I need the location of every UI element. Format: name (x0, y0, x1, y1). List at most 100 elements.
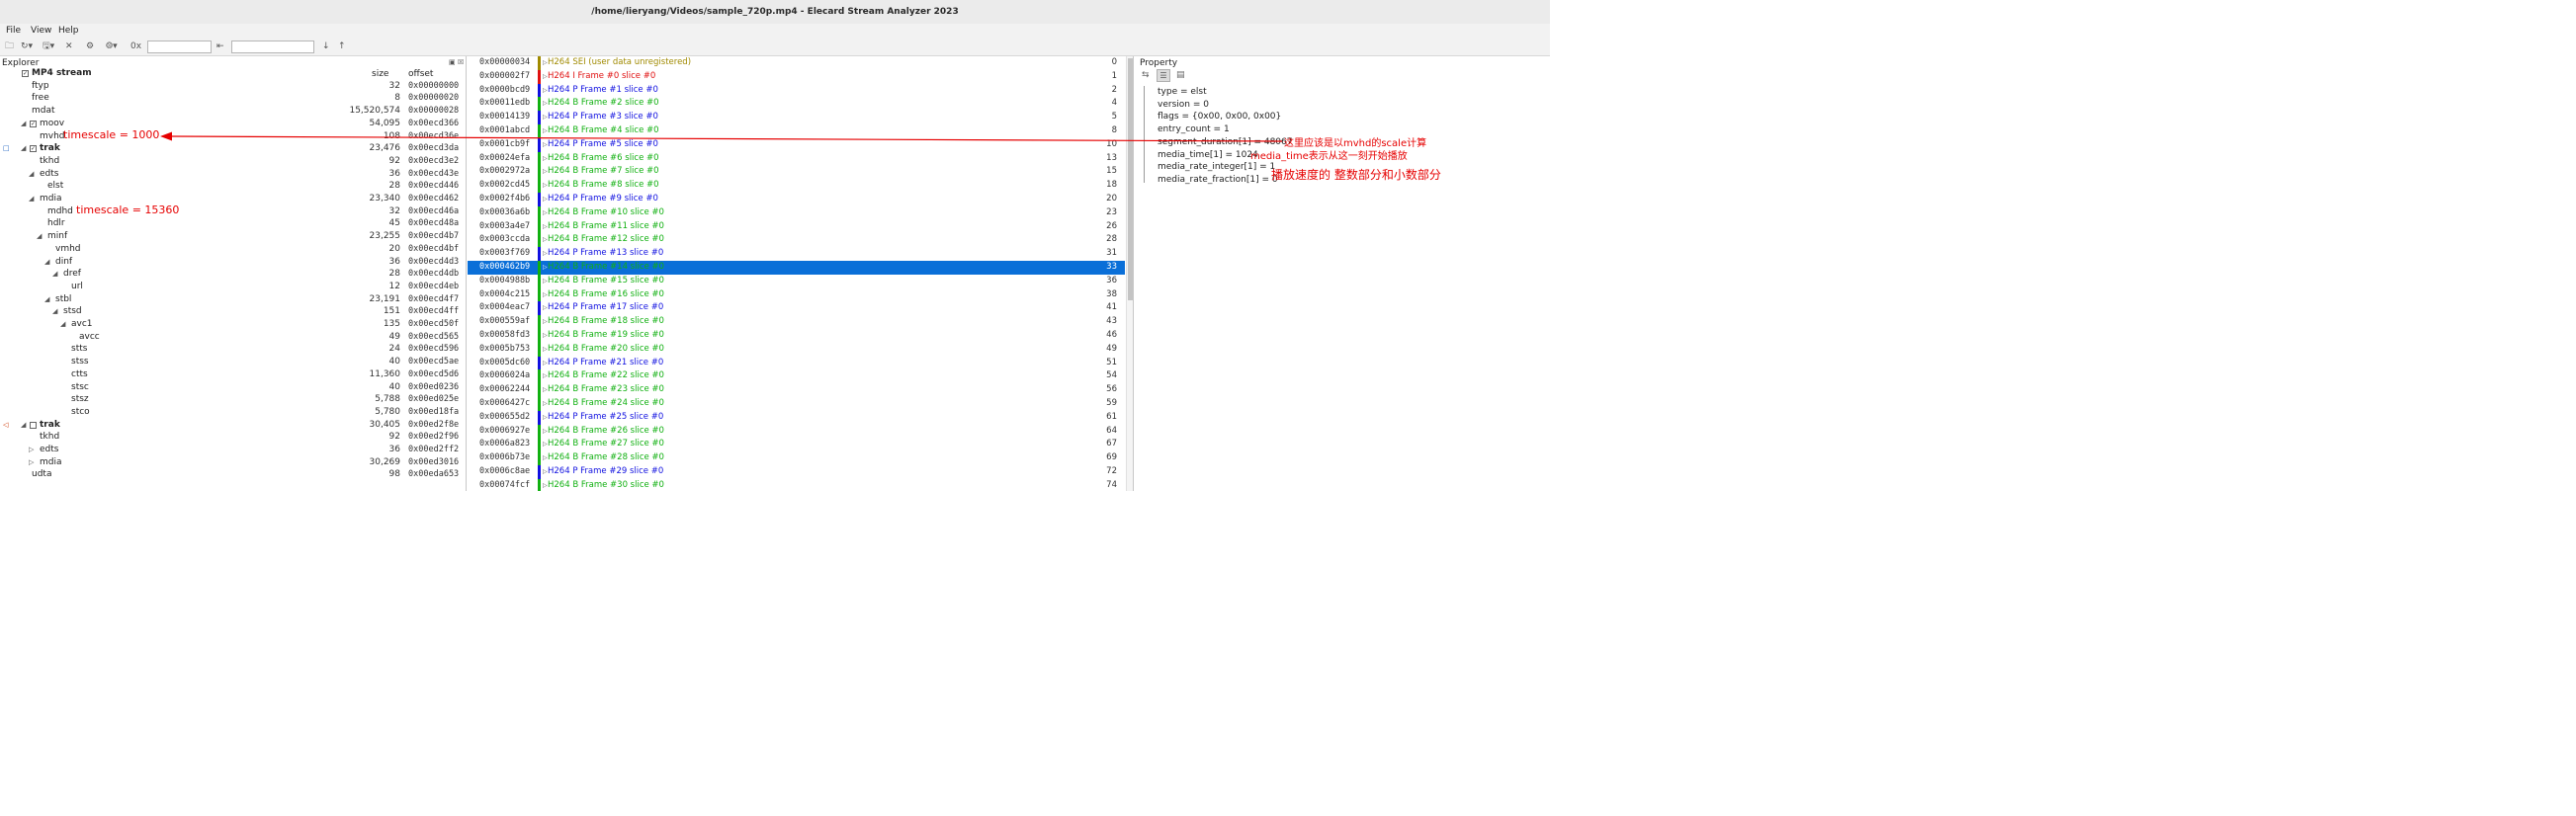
expand-right-icon[interactable]: ▷ (543, 206, 548, 220)
frame-row[interactable]: 0x000559af ▷ H264 B Frame #18 slice #0 43 (468, 315, 1125, 329)
arrow-down-icon[interactable]: ↓ (322, 41, 330, 52)
tree-view-icon[interactable]: ☰ (1157, 69, 1170, 82)
tree-row[interactable]: udta 98 0x00eda653 (0, 468, 465, 481)
tree-row[interactable]: ✓ MP4 stream (0, 67, 465, 80)
close-icon[interactable]: ✕ (65, 41, 73, 52)
frame-row[interactable]: 0x0003ccda ▷ H264 B Frame #12 slice #0 28 (468, 233, 1125, 248)
explorer-float-button[interactable]: ▣ (449, 58, 456, 66)
frame-row[interactable]: 0x0005dc60 ▷ H264 P Frame #21 slice #0 51 (468, 356, 1125, 370)
frame-row[interactable]: 0x0006427c ▷ H264 B Frame #24 slice #0 59 (468, 397, 1125, 411)
tree-row[interactable]: stsc 40 0x00ed0236 (0, 381, 465, 394)
frame-row[interactable]: 0x0002cd45 ▷ H264 B Frame #8 slice #0 18 (468, 179, 1125, 193)
frame-row[interactable]: 0x000655d2 ▷ H264 P Frame #25 slice #0 61 (468, 410, 1125, 425)
tree-row[interactable]: ◢ avc1 135 0x00ecd50f (0, 318, 465, 331)
tree-checkbox[interactable]: ✓ (30, 120, 37, 127)
expand-down-icon[interactable]: ◢ (21, 419, 26, 432)
tree-row[interactable]: free 8 0x00000020 (0, 92, 465, 105)
expand-down-icon[interactable]: ◢ (29, 193, 34, 205)
tree-row[interactable]: mdhd 32 0x00ecd46a (0, 205, 465, 218)
tree-row[interactable]: tkhd 92 0x00ecd3e2 (0, 155, 465, 168)
tree-checkbox[interactable]: ✓ (22, 70, 29, 77)
expand-down-icon[interactable]: ◢ (21, 142, 26, 155)
tree-row[interactable]: ▷ edts 36 0x00ed2ff2 (0, 444, 465, 456)
expand-right-icon[interactable]: ▷ (543, 233, 548, 247)
menu-file[interactable]: File (6, 26, 21, 36)
tree-row[interactable]: ◢ dref 28 0x00ecd4db (0, 268, 465, 281)
tree-row[interactable]: stts 24 0x00ecd596 (0, 343, 465, 356)
frame-row[interactable]: 0x00011edb ▷ H264 B Frame #2 slice #0 4 (468, 97, 1125, 112)
expand-right-icon[interactable]: ▷ (543, 451, 548, 465)
tree-row[interactable]: ▷ mdia 30,269 0x00ed3016 (0, 456, 465, 469)
goto-icon[interactable]: ⇤ (216, 41, 224, 52)
frame-row[interactable]: 0x0001cb9f ▷ H264 P Frame #5 slice #0 10 (468, 137, 1125, 152)
expand-right-icon[interactable]: ▷ (543, 301, 548, 315)
expand-right-icon[interactable]: ▷ (543, 369, 548, 383)
frame-row[interactable]: 0x00036a6b ▷ H264 B Frame #10 slice #0 23 (468, 205, 1125, 220)
expand-down-icon[interactable]: ◢ (44, 256, 49, 269)
expand-right-icon[interactable]: ▷ (543, 70, 548, 84)
refresh-icon[interactable]: ↻▾ (21, 41, 33, 52)
tree-row[interactable]: ◢ minf 23,255 0x00ecd4b7 (0, 230, 465, 243)
tree-row[interactable]: ctts 11,360 0x00ecd5d6 (0, 368, 465, 381)
frame-row[interactable]: 0x0002f4b6 ▷ H264 P Frame #9 slice #0 20 (468, 193, 1125, 206)
expand-right-icon[interactable]: ▷ (543, 411, 548, 425)
expand-right-icon[interactable]: ▷ (543, 275, 548, 288)
explorer-close-button[interactable]: ☒ (458, 58, 464, 66)
expand-right-icon[interactable]: ▷ (543, 97, 548, 111)
frame-row[interactable]: 0x0002972a ▷ H264 B Frame #7 slice #0 15 (468, 165, 1125, 180)
filter-icon[interactable]: ⨷▾ (106, 41, 118, 52)
expand-right-icon[interactable]: ▷ (543, 383, 548, 397)
expand-right-icon[interactable]: ▷ (543, 329, 548, 343)
tree-row[interactable]: ◢ dinf 36 0x00ecd4d3 (0, 256, 465, 269)
expand-right-icon[interactable]: ▷ (543, 56, 548, 70)
expand-right-icon[interactable]: ▷ (543, 261, 548, 275)
swap-icon[interactable]: ⇆ (1142, 70, 1156, 82)
expand-right-icon[interactable]: ▷ (543, 288, 548, 302)
menu-view[interactable]: View (31, 26, 51, 36)
expand-right-icon[interactable]: ▷ (543, 138, 548, 152)
frame-row[interactable]: 0x000462b9 ▷ H264 B Frame #14 slice #0 33 (468, 261, 1125, 275)
expand-down-icon[interactable]: ◢ (44, 293, 49, 306)
frame-row[interactable]: 0x0001abcd ▷ H264 B Frame #4 slice #0 8 (468, 124, 1125, 138)
frame-row[interactable]: 0x00074fcf ▷ H264 B Frame #30 slice #0 74 (468, 478, 1125, 491)
expand-down-icon[interactable]: ◢ (52, 305, 57, 318)
tree-row[interactable]: ◢ stbl 23,191 0x00ecd4f7 (0, 293, 465, 306)
search-input[interactable] (147, 41, 212, 53)
expand-right-icon[interactable]: ▷ (543, 479, 548, 491)
expand-right-icon[interactable]: ▷ (543, 220, 548, 234)
settings-icon[interactable]: ⚙ (86, 41, 94, 52)
frame-row[interactable]: 0x00058fd3 ▷ H264 B Frame #19 slice #0 46 (468, 329, 1125, 343)
expand-down-icon[interactable]: ◢ (60, 318, 65, 331)
frame-row[interactable]: 0x0004eac7 ▷ H264 P Frame #17 slice #0 41 (468, 301, 1125, 316)
menu-help[interactable]: Help (58, 26, 79, 36)
frame-row[interactable]: 0x00024efa ▷ H264 B Frame #6 slice #0 13 (468, 151, 1125, 166)
expand-right-icon[interactable]: ▷ (543, 343, 548, 357)
expand-down-icon[interactable]: ◢ (29, 168, 34, 181)
expand-right-icon[interactable]: ▷ (543, 425, 548, 439)
tree-row[interactable]: url 12 0x00ecd4eb (0, 281, 465, 293)
frame-row[interactable]: 0x0004c215 ▷ H264 B Frame #16 slice #0 38 (468, 287, 1125, 302)
frame-row[interactable]: 0x0000bcd9 ▷ H264 P Frame #1 slice #0 2 (468, 83, 1125, 98)
expand-right-icon[interactable]: ▷ (543, 152, 548, 166)
expand-right-icon[interactable]: ▷ (543, 247, 548, 261)
frame-row[interactable]: 0x0006c8ae ▷ H264 P Frame #29 slice #0 72 (468, 465, 1125, 479)
expand-right-icon[interactable]: ▷ (543, 357, 548, 370)
expand-right-icon[interactable]: ▷ (543, 465, 548, 479)
expand-right-icon[interactable]: ▷ (543, 124, 548, 138)
frame-row[interactable]: 0x00000034 ▷ H264 SEI (user data unregiste… (468, 56, 1125, 70)
tree-row[interactable]: ◁ ◢ trak 30,405 0x00ed2f8e (0, 419, 465, 432)
expand-right-icon[interactable]: ▷ (543, 84, 548, 98)
frames-scrollbar[interactable] (1126, 56, 1133, 491)
frame-row[interactable]: 0x00062244 ▷ H264 B Frame #23 slice #0 56 (468, 383, 1125, 397)
tree-checkbox[interactable] (30, 421, 37, 429)
frame-row[interactable]: 0x0003a4e7 ▷ H264 B Frame #11 slice #0 26 (468, 219, 1125, 234)
expand-right-icon[interactable]: ▷ (543, 179, 548, 193)
frame-row[interactable]: 0x0006a823 ▷ H264 B Frame #27 slice #0 67 (468, 438, 1125, 452)
hex-icon[interactable]: 0x (130, 41, 141, 52)
goto-input[interactable] (231, 41, 314, 53)
tree-row[interactable]: □ ◢ ✓ trak 23,476 0x00ecd3da (0, 142, 465, 155)
frame-row[interactable]: 0x0006927e ▷ H264 B Frame #26 slice #0 64 (468, 424, 1125, 439)
expand-right-icon[interactable]: ▷ (29, 444, 34, 456)
expand-right-icon[interactable]: ▷ (543, 165, 548, 179)
frame-row[interactable]: 0x0003f769 ▷ H264 P Frame #13 slice #0 31 (468, 247, 1125, 261)
